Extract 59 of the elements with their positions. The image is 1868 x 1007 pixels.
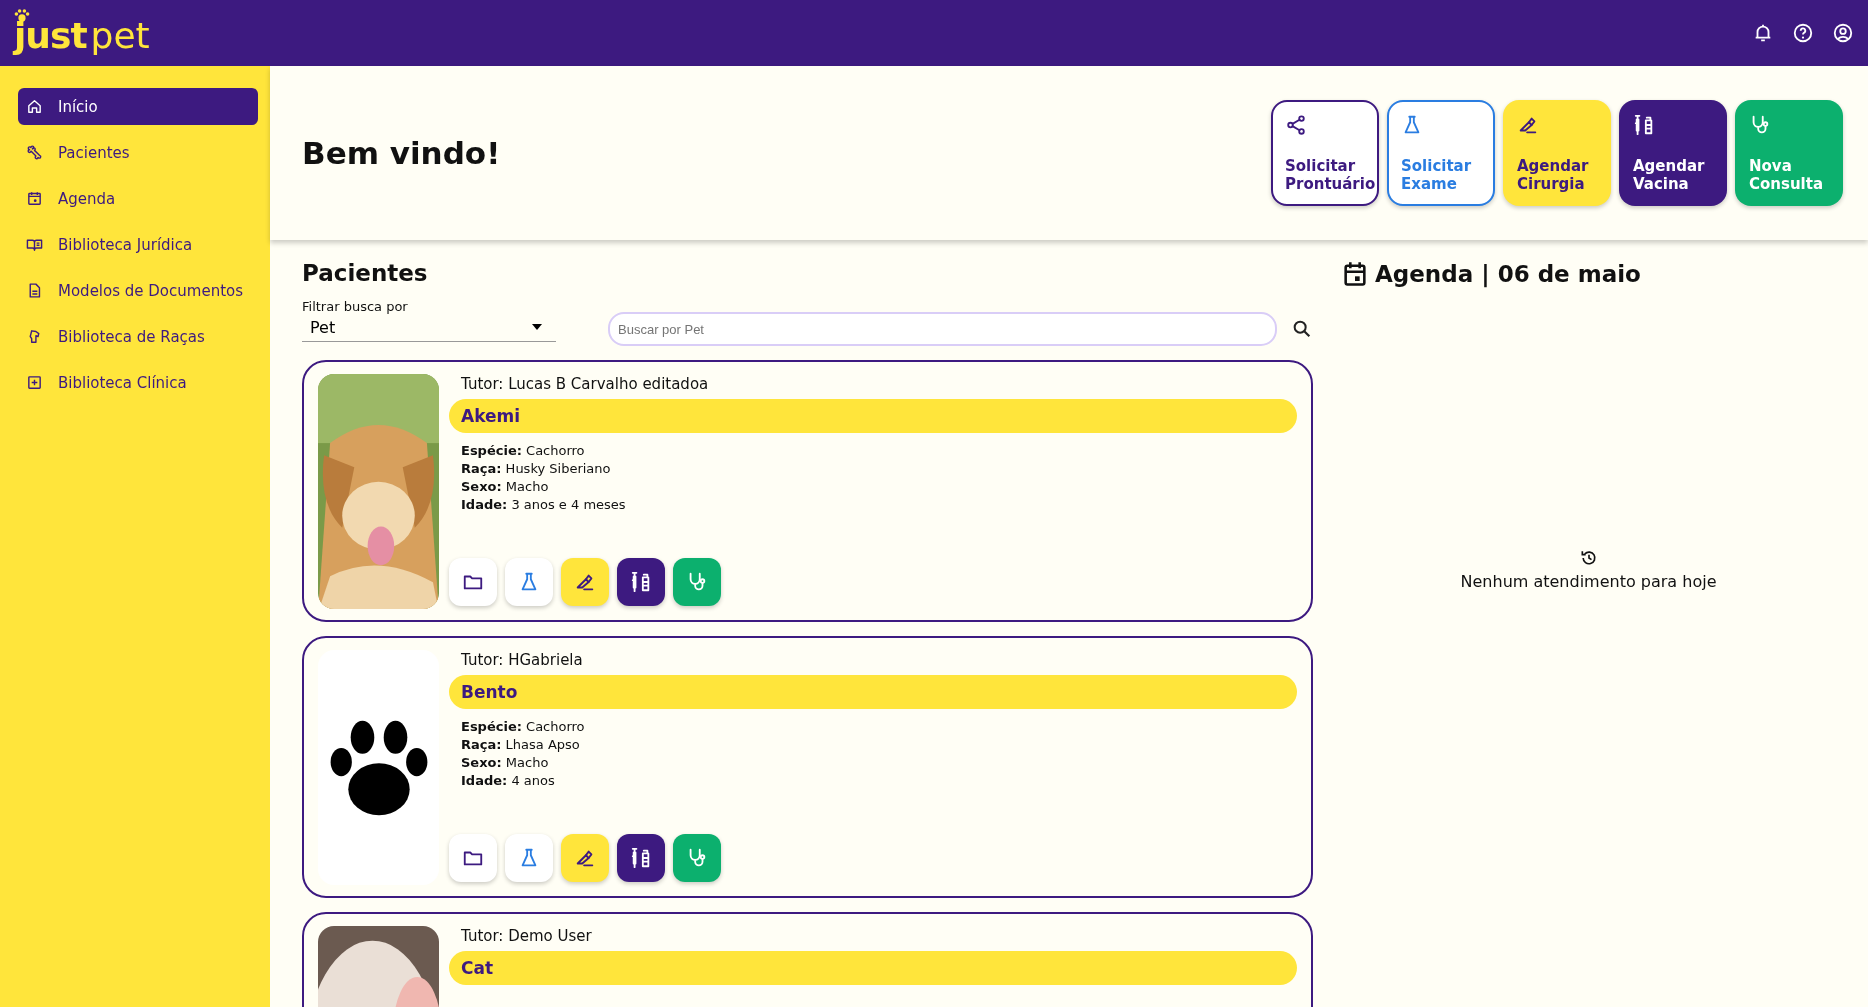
syringe-vial-icon xyxy=(630,847,652,869)
quick-action-button[interactable]: Agendar Cirurgia xyxy=(1503,100,1611,206)
tutor-name: Tutor: HGabriela xyxy=(460,650,584,671)
quick-action-button[interactable]: Solicitar Exame xyxy=(1387,100,1495,206)
sidebar-item[interactable]: Pacientes xyxy=(18,134,258,171)
caret-icon xyxy=(532,324,542,330)
pet-name: Akemi xyxy=(449,399,1297,433)
patient-card[interactable]: Tutor: Lucas B Carvalho editadoa Akemi Espécie: Cachorro Raça: Husky Siberiano Sexo: Macho Idade: 3 anos e 4 meses xyxy=(302,360,1313,622)
pet-detail: Espécie: Cachorro xyxy=(461,443,586,458)
help-icon[interactable] xyxy=(1792,22,1814,44)
paw-icon xyxy=(14,8,30,22)
syringe-vial-icon xyxy=(630,571,652,593)
plus-square-icon xyxy=(26,374,43,391)
sidebar-item[interactable]: Biblioteca de Raças xyxy=(18,318,258,355)
pet-detail: Raça: Lhasa Apso xyxy=(461,737,581,752)
bone-icon xyxy=(26,144,43,161)
home-icon xyxy=(26,98,43,115)
exam-button[interactable] xyxy=(505,834,553,882)
sidebar-item[interactable]: Biblioteca Jurídica xyxy=(18,226,258,263)
filter-select[interactable]: Filtrar busca por Pet xyxy=(302,298,556,342)
pet-name: Bento xyxy=(449,675,1297,709)
syringe-vial-icon xyxy=(1633,114,1655,136)
pet-detail: Idade: 3 anos e 4 meses xyxy=(461,497,627,512)
agenda-title: Agenda | 06 de maio xyxy=(1375,261,1641,287)
consult-button[interactable] xyxy=(673,834,721,882)
folder-button[interactable] xyxy=(449,558,497,606)
sidebar-item[interactable]: Início xyxy=(18,88,258,125)
welcome-title: Bem vindo! xyxy=(302,135,501,171)
consult-button[interactable] xyxy=(673,558,721,606)
folder-button[interactable] xyxy=(449,834,497,882)
surgery-button[interactable] xyxy=(561,834,609,882)
calendar-icon xyxy=(26,190,43,207)
patient-card[interactable]: Tutor: Demo User Cat xyxy=(302,912,1313,1007)
quick-action-button[interactable]: Agendar Vacina xyxy=(1619,100,1727,206)
calendar-icon xyxy=(1341,260,1369,288)
pet-detail: Sexo: Macho xyxy=(461,479,550,494)
exam-button[interactable] xyxy=(505,558,553,606)
search-icon[interactable] xyxy=(1291,318,1313,340)
tutor-name: Tutor: Lucas B Carvalho editadoa xyxy=(460,374,710,395)
empty-message: Nenhum atendimento para hoje xyxy=(1460,572,1717,591)
sidebar-item[interactable]: Modelos de Documentos xyxy=(18,272,258,309)
search-field[interactable]: Buscar por Pet xyxy=(608,312,1277,346)
pet-detail: Sexo: Macho xyxy=(461,755,550,770)
logo[interactable]: justpet xyxy=(14,10,150,56)
surgery-button[interactable] xyxy=(561,558,609,606)
pet-detail: Raça: Husky Siberiano xyxy=(461,461,612,476)
quick-action-button[interactable]: Solicitar Prontuário xyxy=(1271,100,1379,206)
sidebar-item[interactable]: Biblioteca Clínica xyxy=(18,364,258,401)
share-icon xyxy=(1285,114,1307,136)
vaccine-button[interactable] xyxy=(617,558,665,606)
patient-card[interactable]: Tutor: HGabriela Bento Espécie: Cachorro Raça: Lhasa Apso Sexo: Macho Idade: 4 anos xyxy=(302,636,1313,898)
pet-name: Cat xyxy=(449,951,1297,985)
account-icon[interactable] xyxy=(1832,22,1854,44)
vaccine-button[interactable] xyxy=(617,834,665,882)
pet-detail: Idade: 4 anos xyxy=(461,773,556,788)
tutor-name: Tutor: Demo User xyxy=(460,926,593,947)
pet-detail: Espécie: Cachorro xyxy=(461,719,586,734)
sidebar-item[interactable]: Agenda xyxy=(18,180,258,217)
section-title: Pacientes xyxy=(302,260,429,286)
